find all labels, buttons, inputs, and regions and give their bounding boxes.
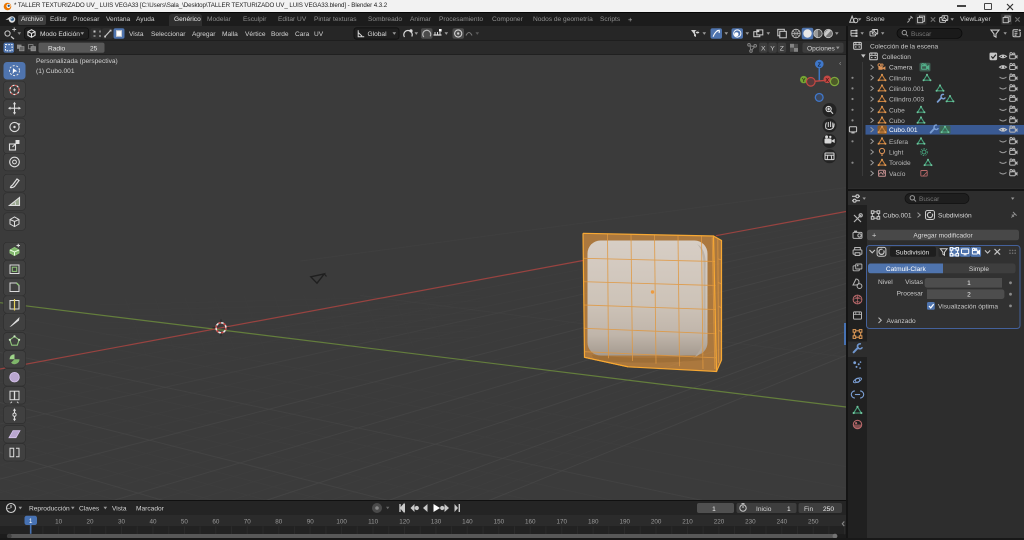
svg-text:1: 1 xyxy=(787,505,791,512)
svg-text:Marcador: Marcador xyxy=(136,505,165,512)
svg-text:Vacío: Vacío xyxy=(889,171,906,178)
svg-text:100: 100 xyxy=(336,518,347,525)
svg-text:1: 1 xyxy=(967,280,971,287)
svg-text:Borde: Borde xyxy=(271,31,289,38)
svg-text:Collection: Collection xyxy=(882,54,911,61)
svg-text:80: 80 xyxy=(275,518,283,525)
svg-text:120: 120 xyxy=(399,518,410,525)
svg-text:Cube: Cube xyxy=(889,107,905,114)
svg-text:160: 160 xyxy=(525,518,536,525)
svg-text:Cilindro.003: Cilindro.003 xyxy=(889,97,925,104)
svg-text:Modo Edición: Modo Edición xyxy=(40,31,80,38)
svg-text:50: 50 xyxy=(181,518,189,525)
svg-text:60: 60 xyxy=(212,518,220,525)
svg-text:Cilindro.001: Cilindro.001 xyxy=(889,86,925,93)
svg-text:Agregar modificador: Agregar modificador xyxy=(913,232,973,239)
svg-text:Reproducción: Reproducción xyxy=(29,505,70,512)
svg-text:Cubo.001: Cubo.001 xyxy=(883,212,912,219)
svg-text:Subdivisión: Subdivisión xyxy=(938,212,972,219)
svg-text:Malla: Malla xyxy=(222,31,238,38)
svg-text:Simple: Simple xyxy=(969,265,989,272)
svg-text:150: 150 xyxy=(494,518,505,525)
svg-text:Avanzado: Avanzado xyxy=(887,317,917,324)
svg-text:Seleccionar: Seleccionar xyxy=(151,31,186,38)
svg-text:Y: Y xyxy=(770,46,775,53)
svg-text:Inicio: Inicio xyxy=(756,505,772,512)
svg-text:1: 1 xyxy=(29,518,33,525)
svg-text:UV: UV xyxy=(314,31,324,38)
svg-text:2: 2 xyxy=(967,291,971,298)
svg-text:1: 1 xyxy=(712,505,716,512)
svg-text:220: 220 xyxy=(714,518,725,525)
svg-text:25: 25 xyxy=(90,46,98,53)
svg-text:Z: Z xyxy=(818,63,822,69)
svg-text:Visualización óptima: Visualización óptima xyxy=(938,303,998,310)
svg-text:Buscar: Buscar xyxy=(911,31,932,38)
svg-text:Z: Z xyxy=(780,46,784,53)
svg-text:250: 250 xyxy=(823,505,834,512)
svg-text:70: 70 xyxy=(244,518,252,525)
svg-text:110: 110 xyxy=(368,518,379,525)
svg-text:210: 210 xyxy=(682,518,693,525)
svg-text:Opciones: Opciones xyxy=(807,46,836,53)
svg-text:Subdivisión: Subdivisión xyxy=(896,249,930,256)
svg-text:Vértice: Vértice xyxy=(245,31,266,38)
svg-text:190: 190 xyxy=(619,518,630,525)
svg-text:90: 90 xyxy=(307,518,315,525)
svg-text:130: 130 xyxy=(431,518,442,525)
svg-text:Light: Light xyxy=(889,150,903,157)
svg-text:Catmull-Clark: Catmull-Clark xyxy=(886,265,927,272)
svg-text:200: 200 xyxy=(651,518,662,525)
svg-text:‹: ‹ xyxy=(839,61,842,68)
svg-text:Vista: Vista xyxy=(129,31,144,38)
svg-text:30: 30 xyxy=(118,518,126,525)
svg-text:Global: Global xyxy=(368,31,388,38)
svg-text:230: 230 xyxy=(745,518,756,525)
svg-text:X: X xyxy=(761,46,766,53)
svg-text:Procesar: Procesar xyxy=(897,290,924,297)
svg-text:Cara: Cara xyxy=(295,31,310,38)
svg-text:250: 250 xyxy=(808,518,819,525)
svg-text:X: X xyxy=(825,78,829,84)
svg-text:Esfera: Esfera xyxy=(889,139,908,146)
svg-text:Toroide: Toroide xyxy=(889,160,911,167)
svg-text:Radio: Radio xyxy=(48,46,66,53)
svg-text:20: 20 xyxy=(86,518,94,525)
svg-text:Fin: Fin xyxy=(804,505,813,512)
svg-text:Cilindro: Cilindro xyxy=(889,75,912,82)
svg-text:Colección de la escena: Colección de la escena xyxy=(870,43,939,50)
svg-text:Camera: Camera xyxy=(889,65,913,72)
svg-text:170: 170 xyxy=(557,518,568,525)
svg-text:Vistas: Vistas xyxy=(905,279,924,286)
svg-text:240: 240 xyxy=(777,518,788,525)
svg-text:Claves: Claves xyxy=(79,505,100,512)
svg-text:+: + xyxy=(872,230,876,239)
svg-text:Vista: Vista xyxy=(112,505,127,512)
svg-text:Nivel: Nivel xyxy=(878,279,893,286)
svg-text:Agregar: Agregar xyxy=(192,31,216,38)
svg-text:Cubo.001: Cubo.001 xyxy=(889,127,918,134)
svg-text:140: 140 xyxy=(462,518,473,525)
svg-text:180: 180 xyxy=(588,518,599,525)
svg-text:Cubo: Cubo xyxy=(889,118,905,125)
svg-text:Y: Y xyxy=(802,78,806,84)
svg-text:40: 40 xyxy=(149,518,157,525)
svg-text:Buscar: Buscar xyxy=(919,196,940,203)
svg-text:10: 10 xyxy=(55,518,63,525)
